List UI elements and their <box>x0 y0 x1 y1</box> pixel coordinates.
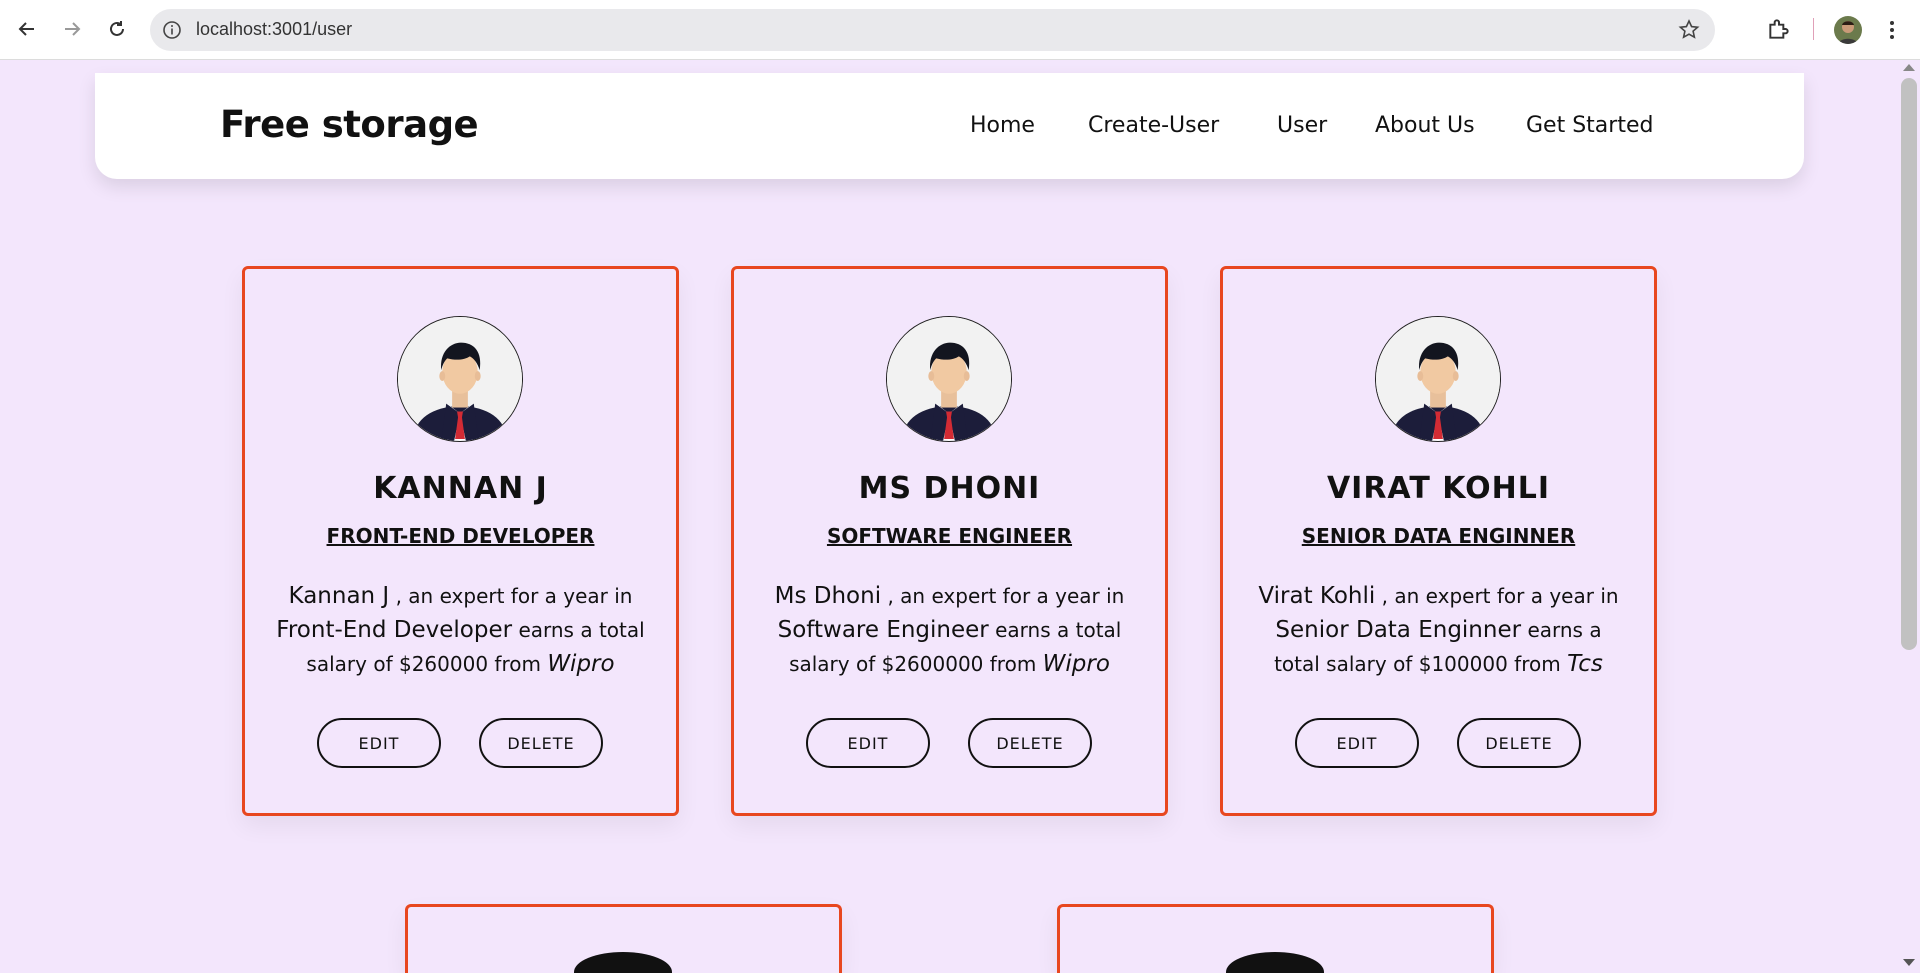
address-bar[interactable]: localhost:3001/user <box>150 9 1715 51</box>
user-description: Kannan J , an expert for a year in Front… <box>275 579 646 681</box>
page-scrollbar-thumb[interactable] <box>1901 78 1917 650</box>
desc-from-phrase: from <box>1514 652 1561 676</box>
businessman-avatar-icon <box>887 317 1011 441</box>
user-role: SOFTWARE ENGINEER <box>826 524 1073 548</box>
back-icon[interactable] <box>10 12 44 46</box>
bookmark-star-icon[interactable] <box>1677 18 1701 42</box>
edit-button[interactable]: EDIT <box>1295 718 1419 768</box>
desc-expert-phrase: , an expert for a year in <box>1381 584 1619 608</box>
extensions-puzzle-icon[interactable] <box>1766 16 1792 42</box>
businessman-avatar-icon <box>398 317 522 441</box>
desc-from-phrase: from <box>989 652 1037 676</box>
scroll-down-arrow-icon[interactable] <box>1903 959 1915 966</box>
user-name: VIRAT KOHLI <box>1326 471 1551 506</box>
desc-expertise: Senior Data Enginner <box>1275 617 1522 643</box>
user-description: Virat Kohli , an expert for a year in Se… <box>1253 579 1624 681</box>
businessman-avatar-icon <box>1376 317 1500 441</box>
site-info-icon[interactable] <box>160 18 184 42</box>
delete-button[interactable]: DELETE <box>1457 718 1581 768</box>
desc-company: Wipro <box>547 651 615 677</box>
user-card-partial <box>405 904 842 973</box>
desc-expert-phrase: , an expert for a year in <box>395 584 633 608</box>
scroll-up-arrow-icon[interactable] <box>1903 64 1915 71</box>
nav-link-home[interactable]: Home <box>970 113 1035 138</box>
user-description: Ms Dhoni , an expert for a year in Softw… <box>764 579 1135 681</box>
user-role: FRONT-END DEVELOPER <box>326 524 595 548</box>
browser-toolbar: localhost:3001/user <box>0 0 1920 60</box>
desc-expertise: Front-End Developer <box>276 617 513 643</box>
nav-link-get-started[interactable]: Get Started <box>1526 113 1653 138</box>
desc-salary: $260000 <box>398 652 489 676</box>
desc-from-phrase: from <box>494 652 541 676</box>
desc-company: Wipro <box>1042 651 1110 677</box>
edit-button[interactable]: EDIT <box>317 718 441 768</box>
url-text[interactable]: localhost:3001/user <box>196 19 352 40</box>
user-avatar <box>886 316 1012 442</box>
desc-salary: $2600000 <box>881 652 984 676</box>
profile-avatar[interactable] <box>1834 16 1862 44</box>
desc-salary: $100000 <box>1418 652 1508 676</box>
user-name: MS DHONI <box>858 471 1041 506</box>
forward-icon[interactable] <box>55 12 89 46</box>
desc-person: Virat Kohli <box>1258 583 1376 609</box>
desc-person: Kannan J <box>288 583 390 609</box>
user-card-partial <box>1057 904 1494 973</box>
browser-menu-icon[interactable] <box>1880 16 1904 44</box>
delete-button[interactable]: DELETE <box>968 718 1092 768</box>
user-avatar <box>1375 316 1501 442</box>
reload-icon[interactable] <box>100 12 134 46</box>
user-card: MS DHONI SOFTWARE ENGINEER Ms Dhoni , an… <box>731 266 1168 816</box>
site-header: Free storage Home Create-User User About… <box>95 73 1804 179</box>
user-avatar <box>397 316 523 442</box>
user-name: KANNAN J <box>373 471 548 506</box>
toolbar-divider <box>1813 18 1814 40</box>
user-avatar-partial <box>1226 952 1324 973</box>
user-card: KANNAN J FRONT-END DEVELOPER Kannan J , … <box>242 266 679 816</box>
delete-button[interactable]: DELETE <box>479 718 603 768</box>
nav-link-create-user[interactable]: Create-User <box>1088 113 1219 138</box>
desc-company: Tcs <box>1567 651 1603 677</box>
user-avatar-partial <box>574 952 672 973</box>
desc-expert-phrase: , an expert for a year in <box>887 584 1125 608</box>
nav-link-user[interactable]: User <box>1277 113 1327 138</box>
nav-link-about-us[interactable]: About Us <box>1375 113 1475 138</box>
brand-logo-text[interactable]: Free storage <box>220 103 479 146</box>
edit-button[interactable]: EDIT <box>806 718 930 768</box>
desc-expertise: Software Engineer <box>777 617 989 643</box>
desc-person: Ms Dhoni <box>774 583 882 609</box>
user-role: SENIOR DATA ENGINNER <box>1301 524 1576 548</box>
user-card: VIRAT KOHLI SENIOR DATA ENGINNER Virat K… <box>1220 266 1657 816</box>
